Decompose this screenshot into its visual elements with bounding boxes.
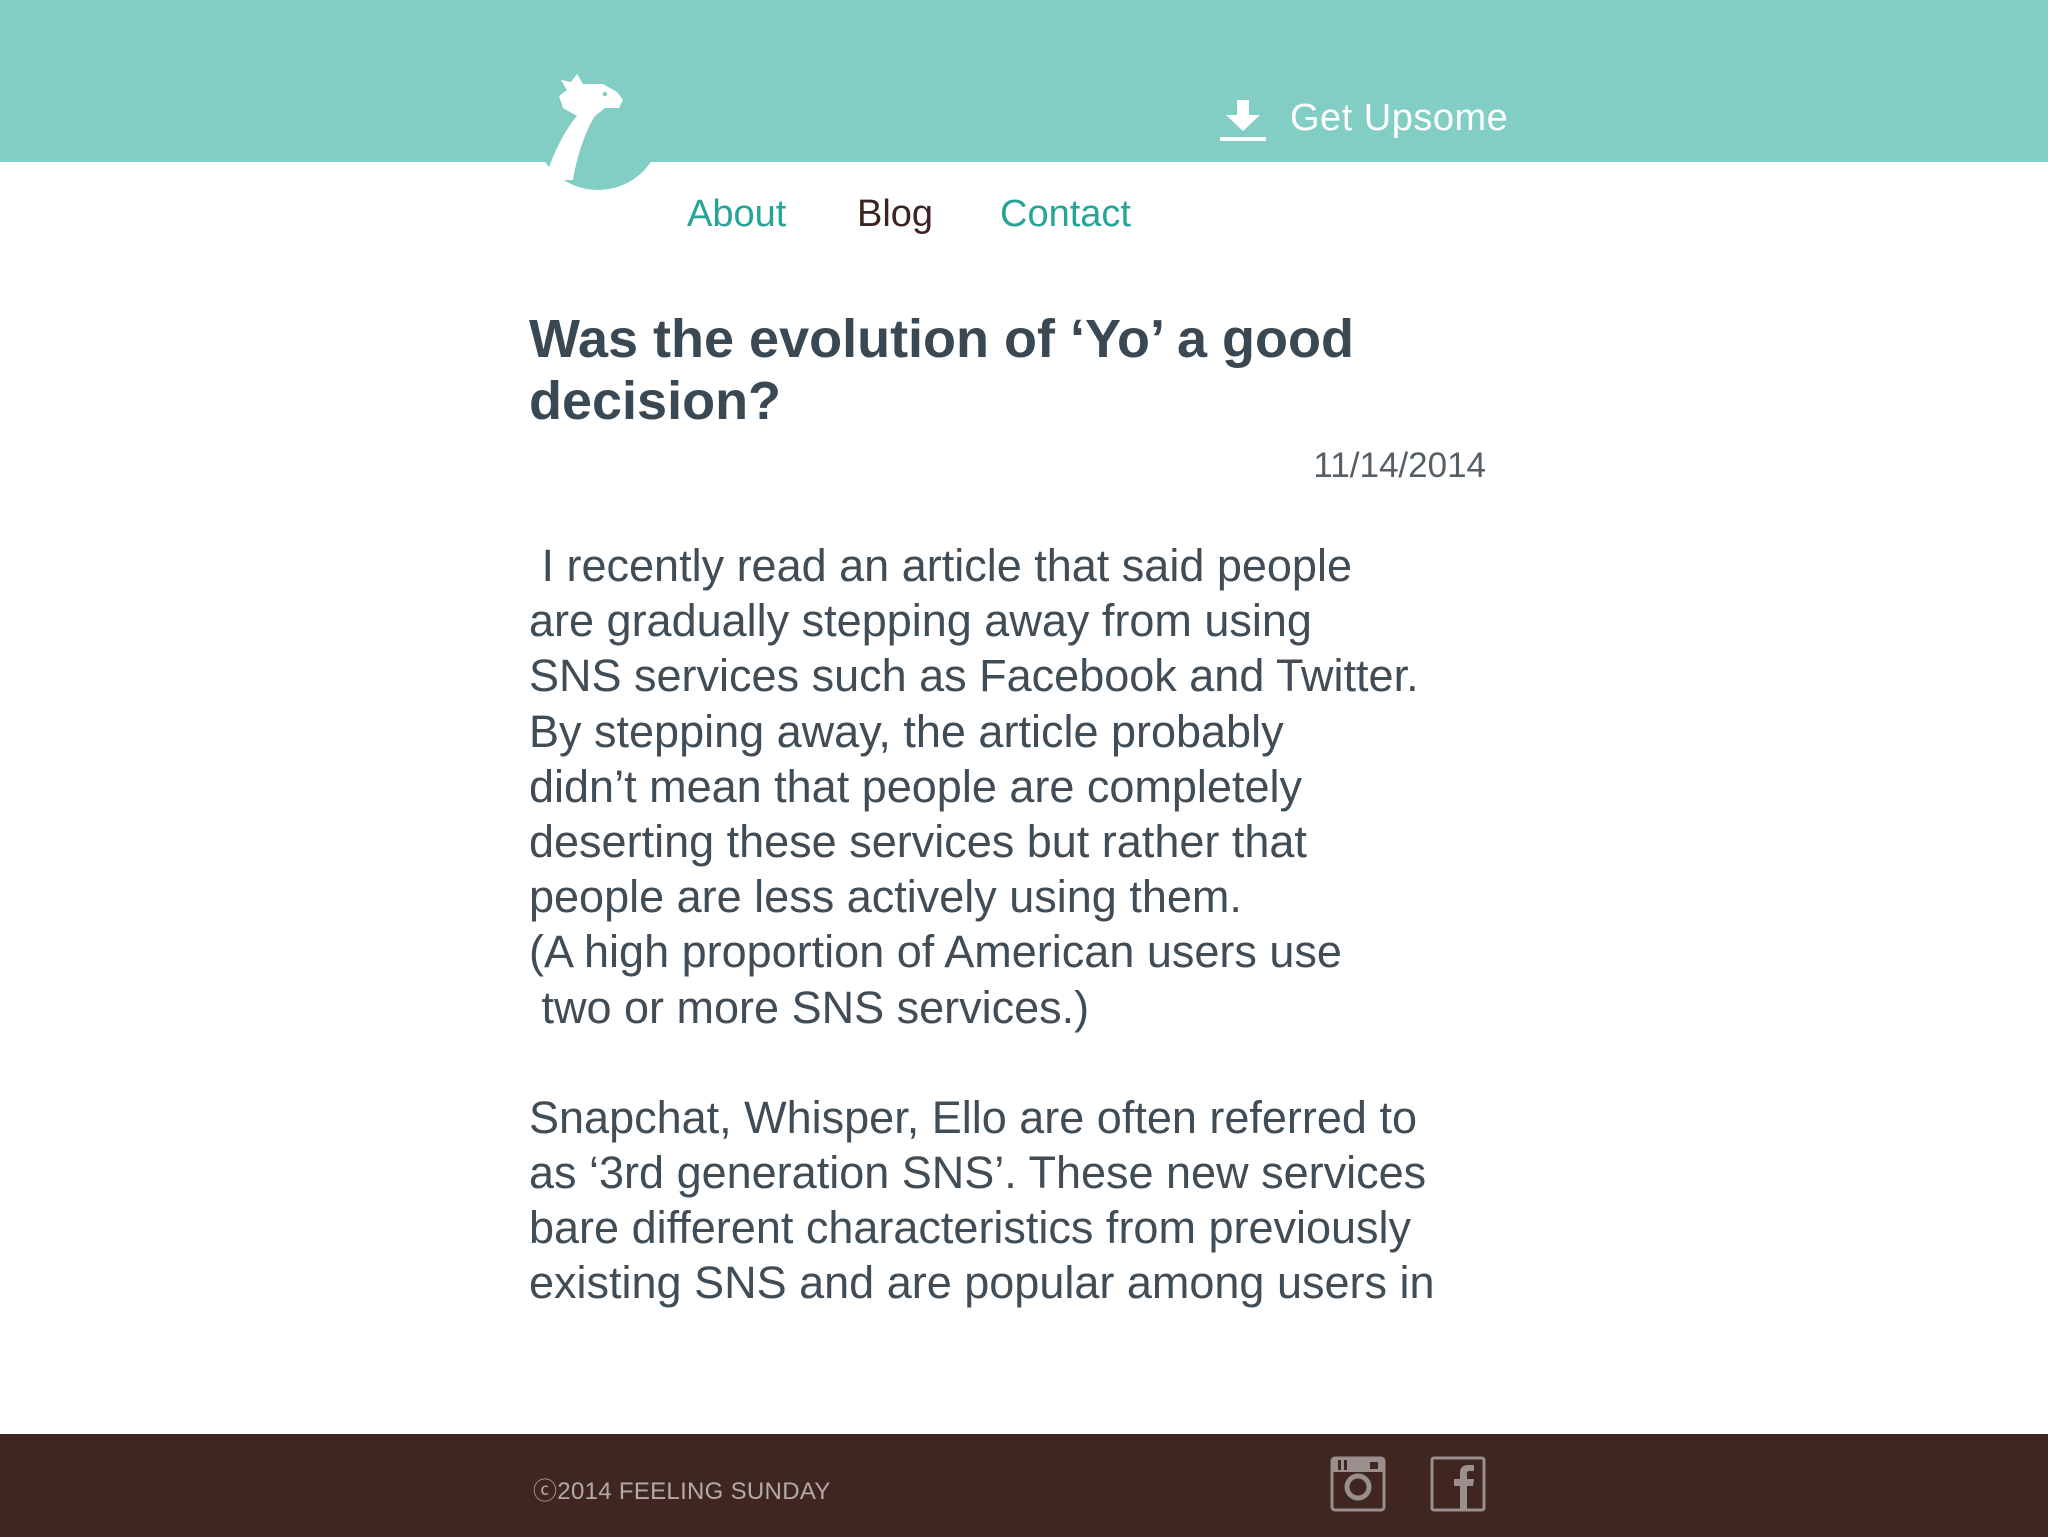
body-line: didn’t mean that people are completely: [529, 760, 1302, 812]
body-line: as ‘3rd generation SNS’. These new servi…: [529, 1147, 1427, 1199]
body-line: existing SNS and are popular among users…: [529, 1257, 1435, 1309]
footer: ⓒ2014 FEELING SUNDAY: [0, 1434, 2048, 1537]
get-upsome-button[interactable]: Get Upsome: [1218, 92, 1508, 144]
giraffe-logo-icon[interactable]: [533, 72, 663, 196]
nav-item-blog[interactable]: Blog: [857, 193, 1000, 236]
body-line: two or more SNS services.): [529, 981, 1090, 1033]
nav-item-contact[interactable]: Contact: [1000, 193, 1131, 236]
body-line: are gradually stepping away from using: [529, 595, 1312, 647]
get-upsome-label: Get Upsome: [1290, 96, 1509, 139]
copyright-text: ⓒ2014 FEELING SUNDAY: [533, 1478, 831, 1505]
instagram-icon[interactable]: [1330, 1456, 1386, 1512]
paragraph-break: [529, 1035, 1489, 1090]
nav-item-about[interactable]: About: [687, 193, 857, 236]
post-body: I recently read an article that said peo…: [529, 538, 1489, 1311]
body-line: people are less actively using them.: [529, 871, 1242, 923]
download-icon: [1220, 100, 1266, 141]
body-line: Snapchat, Whisper, Ello are often referr…: [529, 1091, 1417, 1143]
blog-post: Was the evolution of ‘Yo’ a good decisio…: [529, 308, 1489, 1311]
main-nav: About Blog Contact: [687, 193, 1131, 236]
body-line: bare different characteristics from prev…: [529, 1202, 1412, 1254]
body-line: SNS services such as Facebook and Twitte…: [529, 650, 1419, 702]
facebook-icon[interactable]: [1430, 1456, 1486, 1512]
post-title-line-2: decision?: [529, 371, 782, 431]
body-line: (A high proportion of American users use: [529, 926, 1342, 978]
header-bar: Get Upsome: [0, 0, 2048, 162]
body-line: By stepping away, the article probably: [529, 705, 1284, 757]
post-date: 11/14/2014: [1313, 446, 1486, 485]
post-title-line-1: Was the evolution of ‘Yo’ a good: [529, 309, 1355, 369]
post-title: Was the evolution of ‘Yo’ a good decisio…: [529, 308, 1489, 432]
page: Get Upsome About Blog Contact Was the ev…: [0, 0, 2048, 1537]
body-line: deserting these services but rather that: [529, 815, 1307, 867]
body-line: I recently read an article that said peo…: [529, 540, 1353, 591]
